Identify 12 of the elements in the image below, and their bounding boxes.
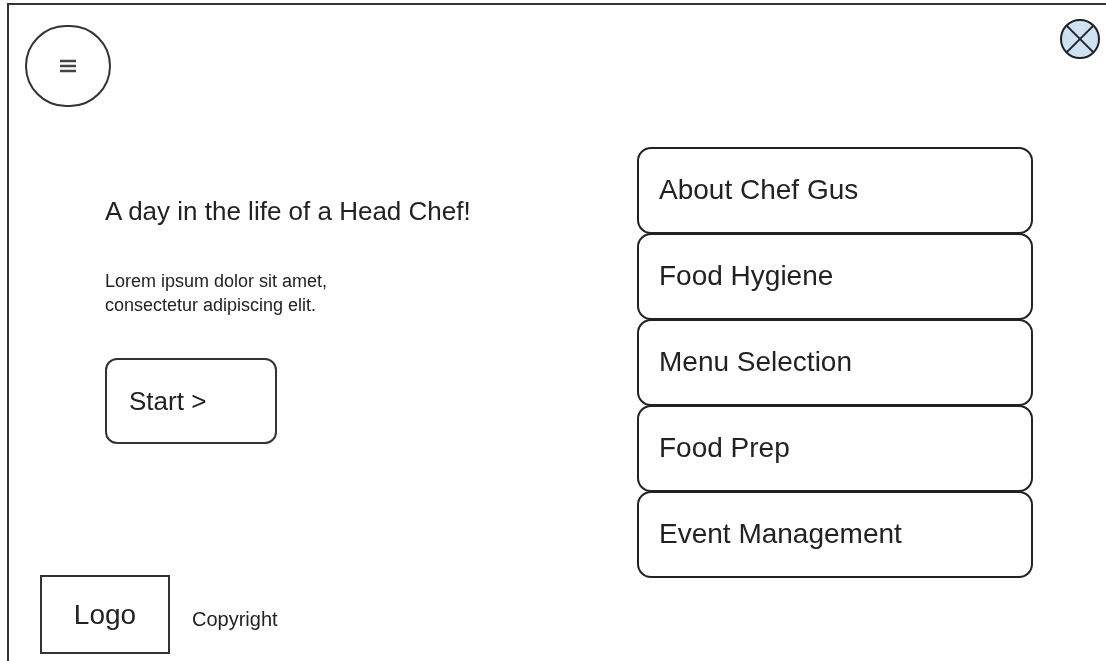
menu-item[interactable]: Food Prep [637,405,1033,492]
menu-item[interactable]: Menu Selection [637,319,1033,406]
intro-text: Lorem ipsum dolor sit amet, consectetur adipiscing elit. [105,270,329,317]
logo-text: Logo [73,597,137,632]
copyright-text: Copyright [192,607,278,632]
menu-icon [58,58,78,74]
menu-item[interactable]: Food Hygiene [637,233,1033,320]
start-button[interactable]: Start > [105,358,277,444]
menu-item[interactable]: Event Management [637,491,1033,578]
heading: A day in the life of a Head Chef! [105,195,472,227]
menu-item[interactable]: About Chef Gus [637,147,1033,234]
close-icon[interactable] [1059,18,1101,60]
